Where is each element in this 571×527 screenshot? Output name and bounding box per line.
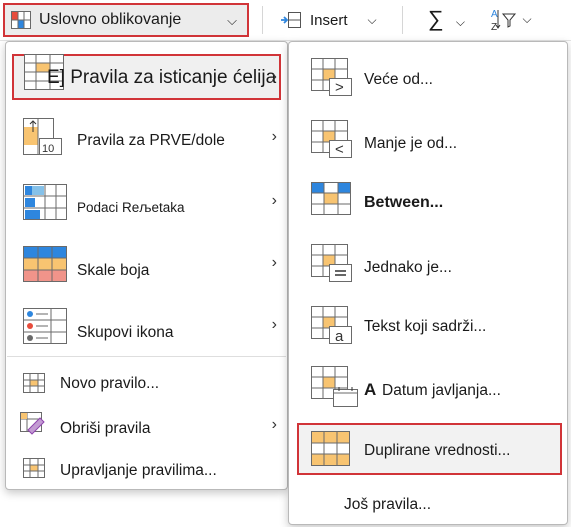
svg-text:>: > <box>335 79 344 96</box>
menu-item-label: Skale boja <box>77 262 150 279</box>
data-bars-icon <box>23 184 67 220</box>
chevron-down-icon: ⌵ <box>522 12 532 27</box>
menu-divider <box>7 356 286 357</box>
menu-item-clear-rules[interactable]: Obriši pravila › <box>6 408 287 444</box>
menu-item-label: Duplirane vrednosti... <box>364 442 511 459</box>
menu-item-label: Jednako je... <box>364 259 452 276</box>
menu-item-new-rule[interactable]: Novo pravilo... <box>6 368 287 398</box>
menu-item-duplicate-values[interactable]: Duplirane vrednosti... <box>297 423 562 475</box>
equal-to-icon <box>311 244 353 284</box>
svg-text:A: A <box>491 9 498 20</box>
menu-item-label: Skupovi ikona <box>77 324 174 341</box>
date-prefix-glyph: A <box>364 380 377 399</box>
ribbon-separator <box>402 6 403 34</box>
menu-item-icon-sets[interactable]: Skupovi ikona › <box>6 300 287 358</box>
insert-cells-icon <box>280 11 302 29</box>
highlight-cells-rules-submenu: > Veće od... < Manje je od... Between...… <box>288 41 568 525</box>
duplicate-values-icon <box>311 431 351 467</box>
chevron-right-icon: › <box>271 316 277 333</box>
chevron-down-icon: ⌵ <box>227 13 237 28</box>
menu-item-label: Tekst koji sadrži... <box>364 318 487 335</box>
menu-item-label: Novo pravilo... <box>60 375 160 392</box>
menu-item-label: Pravila za PRVE/dole <box>77 132 225 149</box>
new-rule-icon <box>23 373 45 393</box>
ribbon-separator <box>262 6 263 34</box>
manage-rules-icon <box>23 458 45 478</box>
menu-item-greater-than[interactable]: > Veće od... <box>289 56 567 102</box>
text-contains-icon: a <box>311 306 353 346</box>
menu-item-date-occurring[interactable]: A Datum javljanja... <box>289 364 567 412</box>
menu-item-equal-to[interactable]: Jednako je... <box>289 242 567 288</box>
svg-text:10: 10 <box>42 143 54 155</box>
chevron-right-icon: › <box>271 254 277 271</box>
menu-item-label: Manje je od... <box>364 135 458 152</box>
date-occurring-icon <box>311 366 361 408</box>
chevron-down-icon: ⌵ <box>367 12 377 27</box>
insert-button[interactable]: Insert ⌵ <box>280 6 377 34</box>
menu-item-label: Between... <box>364 194 444 211</box>
conditional-formatting-icon <box>11 11 31 29</box>
insert-label: Insert <box>310 11 348 29</box>
menu-item-label: Veće od... <box>364 71 433 88</box>
menu-item-data-bars[interactable]: Podaci Reљetaka › <box>6 176 287 234</box>
icon-sets-icon <box>23 308 67 344</box>
menu-item-more-rules[interactable]: Još pravila... <box>289 490 567 520</box>
autosum-button[interactable]: ∑ ⌵ <box>428 6 465 35</box>
sort-filter-icon: A Z <box>490 6 518 32</box>
chevron-right-icon: › <box>271 192 277 209</box>
top-bottom-rules-icon: 10 <box>23 118 67 158</box>
menu-item-top-bottom-rules[interactable]: 10 Pravila za PRVE/dole › <box>6 112 287 170</box>
conditional-formatting-label: Uslovno oblikovanje <box>39 11 182 28</box>
menu-item-label: Još pravila... <box>344 496 432 513</box>
between-icon <box>311 182 353 218</box>
sort-filter-button[interactable]: A Z ⌵ <box>490 6 532 32</box>
color-scales-icon <box>23 246 67 282</box>
clear-rules-icon <box>20 412 46 436</box>
chevron-right-icon: › <box>271 128 277 145</box>
chevron-down-icon: ⌵ <box>455 15 465 29</box>
menu-item-manage-rules[interactable]: Upravljanje pravilima... <box>6 452 287 484</box>
svg-text:a: a <box>335 328 344 345</box>
sigma-icon: ∑ <box>428 6 444 31</box>
menu-item-highlight-cells-rules[interactable]: E] Pravila za isticanje ćelija › <box>12 54 281 100</box>
svg-text:Z: Z <box>491 22 497 32</box>
menu-item-label: Upravljanje pravilima... <box>60 462 217 479</box>
greater-than-icon: > <box>311 58 353 98</box>
less-than-icon: < <box>311 120 353 160</box>
menu-item-between[interactable]: Between... <box>289 180 567 226</box>
chevron-right-icon: › <box>271 416 277 433</box>
menu-item-label: Obriši pravila <box>60 420 151 437</box>
svg-text:<: < <box>335 141 344 158</box>
menu-item-label: Datum javljanja... <box>382 382 501 399</box>
conditional-formatting-button[interactable]: Uslovno oblikovanje ⌵ <box>3 3 249 37</box>
menu-item-label: E] Pravila za isticanje ćelija <box>47 67 277 88</box>
ribbon-bar: Uslovno oblikovanje ⌵ Insert ⌵ ∑ ⌵ A Z ⌵ <box>0 0 571 41</box>
conditional-formatting-menu: E] Pravila za isticanje ćelija › 10 Prav… <box>5 41 288 490</box>
menu-item-less-than[interactable]: < Manje je od... <box>289 118 567 164</box>
menu-item-color-scales[interactable]: Skale boja › <box>6 238 287 296</box>
chevron-right-icon: › <box>271 68 277 85</box>
menu-item-text-contains[interactable]: a Tekst koji sadrži... <box>289 304 567 350</box>
menu-item-label: Podaci Reљetaka <box>77 200 185 215</box>
